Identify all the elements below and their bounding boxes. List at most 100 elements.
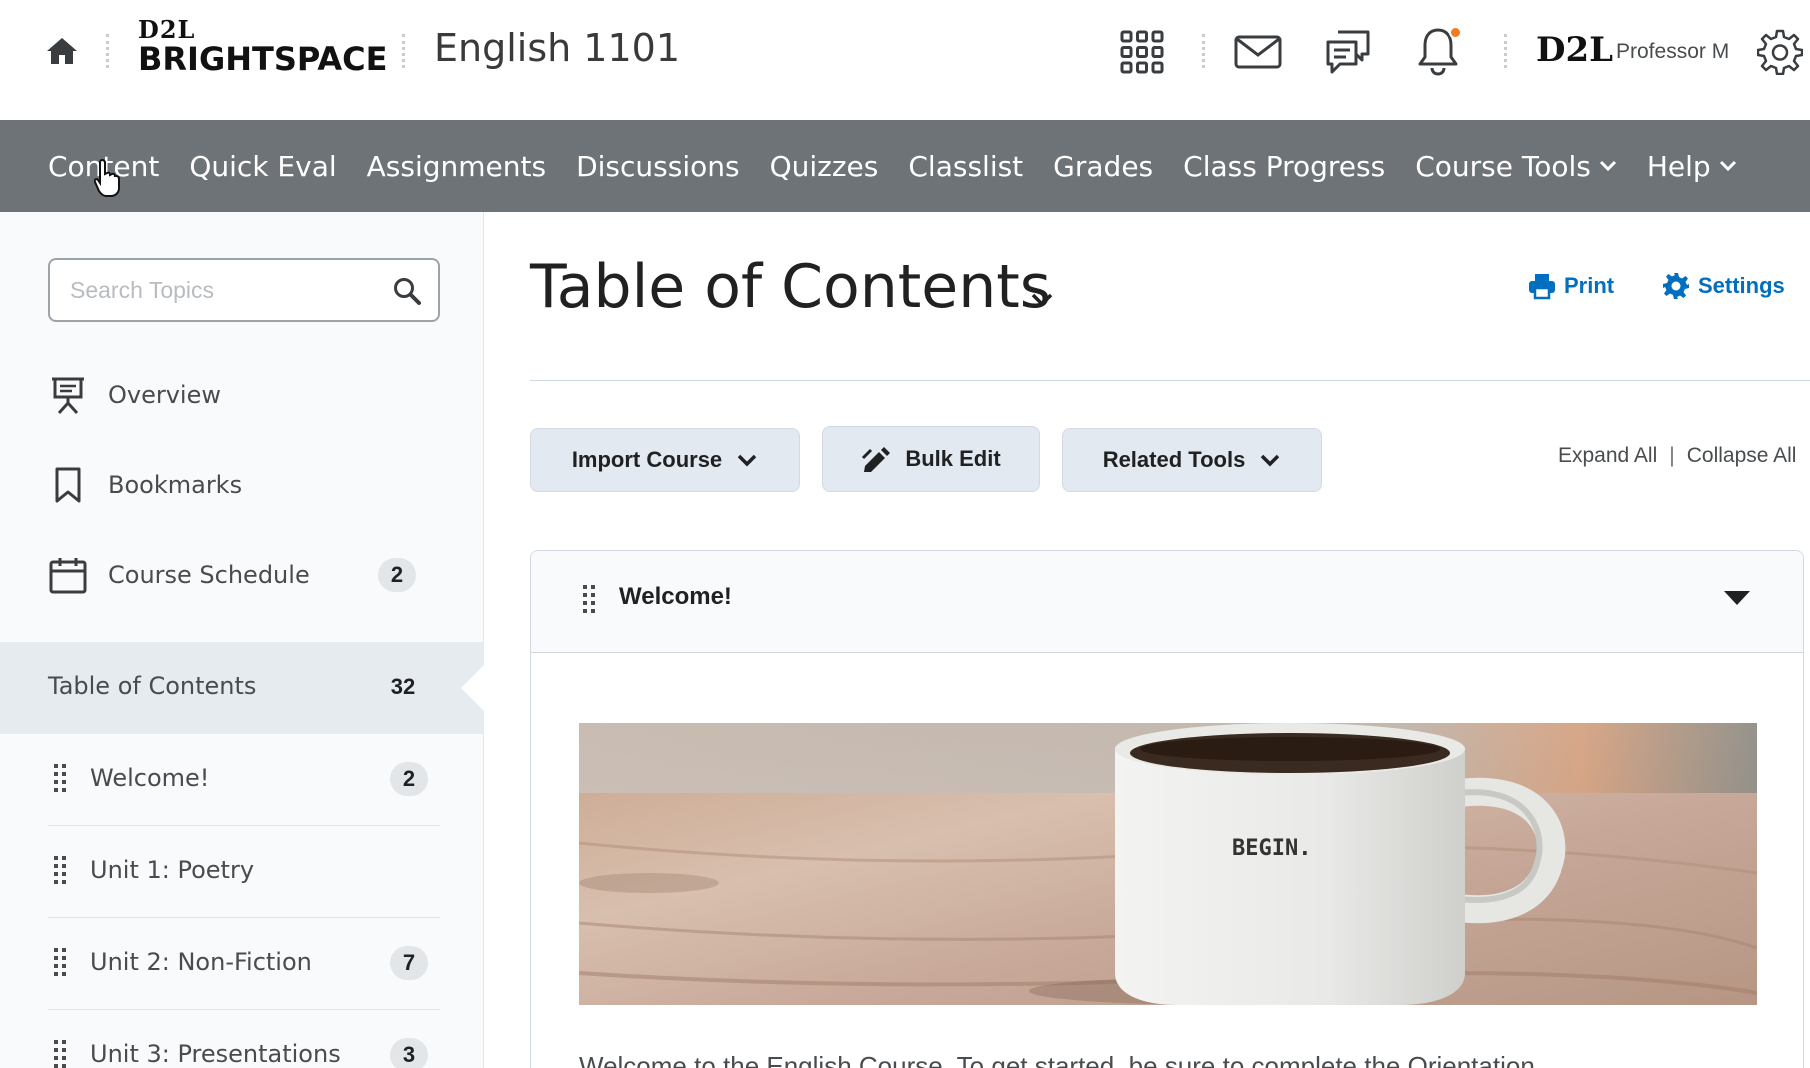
sidebar-module-welcome[interactable]: Welcome! 2 [48, 734, 440, 826]
top-header: D2L BRIGHTSPACE English 1101 D2L Profess… [0, 0, 1810, 120]
user-d2l-logo[interactable]: D2L [1536, 30, 1613, 70]
chevron-down-icon [737, 454, 757, 467]
settings-gear-button[interactable] [1756, 28, 1804, 76]
import-course-button[interactable]: Import Course [530, 428, 800, 492]
title-divider [530, 380, 1810, 381]
print-link[interactable]: Print [1528, 272, 1614, 300]
chevron-down-icon [1261, 454, 1280, 467]
module-panel-welcome: Welcome! BEGIN. Welcome to the English C… [530, 550, 1804, 1068]
expand-all-link[interactable]: Expand All [1558, 444, 1657, 468]
sidebar-module-unit-2[interactable]: Unit 2: Non-Fiction 7 [48, 918, 440, 1010]
module-label: Unit 2: Non-Fiction [90, 948, 312, 976]
logo-brand-text: BRIGHTSPACE [138, 40, 388, 78]
import-course-label: Import Course [571, 447, 723, 472]
calendar-icon [48, 555, 88, 595]
bulk-edit-label: Bulk Edit [905, 446, 1001, 471]
search-topics-box [48, 258, 440, 322]
page-title: Table of Contents [530, 252, 1052, 322]
count-badge: 2 [390, 762, 428, 796]
print-label: Print [1564, 273, 1615, 298]
link-separator: | [1669, 444, 1675, 467]
drag-handle-icon[interactable] [54, 1040, 66, 1068]
nav-discussions[interactable]: Discussions [576, 150, 740, 183]
count-badge: 32 [390, 674, 416, 699]
course-title[interactable]: English 1101 [434, 26, 680, 70]
sidebar-item-label: Bookmarks [108, 471, 243, 499]
bulk-edit-button[interactable]: Bulk Edit [822, 426, 1040, 492]
chevron-down-icon[interactable] [1030, 292, 1054, 308]
module-label: Unit 1: Poetry [90, 856, 255, 884]
nav-quick-eval[interactable]: Quick Eval [189, 150, 336, 183]
chat-icon [1326, 30, 1370, 74]
gear-icon [1663, 273, 1689, 299]
sidebar-item-course-schedule[interactable]: Course Schedule 2 [48, 550, 428, 600]
toc-label: Table of Contents [48, 672, 257, 700]
coffee-mug-banner-image: BEGIN. [579, 723, 1757, 1005]
mouse-pointer-hand-icon [94, 158, 120, 197]
count-badge: 7 [390, 946, 428, 980]
module-label: Unit 3: Presentations [90, 1040, 341, 1068]
nav-grades[interactable]: Grades [1053, 150, 1153, 183]
caret-down-icon[interactable] [1723, 589, 1751, 607]
nav-course-tools-label: Course Tools [1415, 149, 1591, 183]
notification-dot [1449, 26, 1462, 39]
sidebar-item-bookmarks[interactable]: Bookmarks [48, 460, 428, 510]
sidebar-module-unit-1[interactable]: Unit 1: Poetry [48, 826, 440, 918]
welcome-intro-text: Welcome to the English Course. To get st… [579, 1051, 1535, 1068]
sidebar-module-unit-3[interactable]: Unit 3: Presentations 3 [48, 1010, 440, 1068]
settings-link[interactable]: Settings [1662, 272, 1785, 300]
pencil-edit-icon [862, 447, 891, 472]
drag-handle-icon[interactable] [54, 856, 66, 884]
chevron-down-icon [1599, 160, 1616, 172]
brightspace-logo[interactable]: D2L BRIGHTSPACE [138, 18, 387, 77]
waffle-grid-icon [1120, 30, 1164, 74]
count-badge: 2 [378, 558, 416, 592]
nav-classlist[interactable]: Classlist [908, 150, 1023, 183]
collapse-all-link[interactable]: Collapse All [1687, 444, 1797, 468]
printer-icon [1529, 274, 1555, 300]
header-divider [402, 34, 405, 68]
drag-handle-icon[interactable] [54, 764, 66, 792]
related-tools-label: Related Tools [1102, 447, 1246, 472]
module-panel-title: Welcome! [619, 583, 732, 610]
logo-d2l-text: D2L [138, 15, 196, 44]
chevron-down-icon [1719, 160, 1736, 172]
module-panel-header[interactable]: Welcome! [531, 551, 1803, 653]
nav-help[interactable]: Help [1647, 150, 1737, 183]
course-navbar: Content Quick Eval Assignments Discussio… [0, 120, 1810, 212]
mug-text: BEGIN. [1232, 836, 1311, 861]
user-name[interactable]: Professor M [1616, 40, 1729, 64]
search-icon[interactable] [392, 276, 422, 306]
presentation-icon [48, 375, 88, 415]
sidebar-item-label: Overview [108, 381, 221, 409]
drag-handle-icon[interactable] [583, 585, 595, 613]
header-divider [1504, 34, 1507, 68]
nav-help-label: Help [1646, 149, 1711, 183]
header-divider [1202, 34, 1205, 68]
bookmark-icon [48, 465, 88, 505]
content-sidebar: Overview Bookmarks Course Schedule 2 Tab… [0, 212, 485, 1068]
nav-course-tools[interactable]: Course Tools [1415, 150, 1617, 183]
search-topics-input[interactable] [70, 274, 370, 306]
nav-class-progress[interactable]: Class Progress [1183, 150, 1385, 183]
messages-button[interactable] [1232, 30, 1284, 74]
expand-collapse-links: Expand All | Collapse All [1558, 444, 1796, 468]
discussions-alerts-button[interactable] [1322, 26, 1374, 78]
selected-indicator [461, 664, 485, 712]
gear-icon [1757, 29, 1803, 75]
settings-label: Settings [1698, 273, 1785, 298]
related-tools-button[interactable]: Related Tools [1062, 428, 1322, 492]
count-badge: 3 [390, 1038, 428, 1068]
sidebar-item-table-of-contents[interactable]: Table of Contents 32 [0, 642, 485, 734]
home-icon [47, 38, 77, 64]
home-button[interactable] [44, 30, 80, 72]
sidebar-item-overview[interactable]: Overview [48, 370, 428, 420]
sidebar-item-label: Course Schedule [108, 561, 310, 589]
module-label: Welcome! [90, 764, 210, 792]
notifications-button[interactable] [1412, 24, 1464, 78]
drag-handle-icon[interactable] [54, 948, 66, 976]
mail-icon [1234, 35, 1282, 69]
nav-assignments[interactable]: Assignments [367, 150, 546, 183]
nav-quizzes[interactable]: Quizzes [770, 150, 879, 183]
course-selector-button[interactable] [1118, 28, 1166, 76]
